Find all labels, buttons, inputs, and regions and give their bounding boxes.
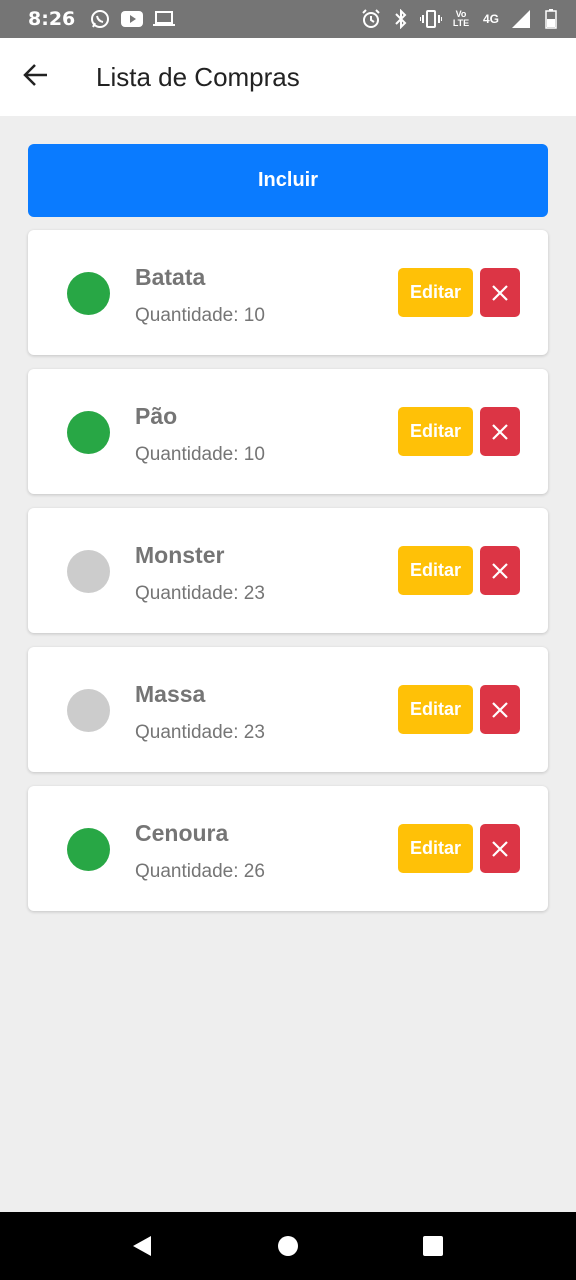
- app-bar: Lista de Compras: [0, 38, 576, 116]
- youtube-icon: [121, 8, 144, 30]
- whatsapp-icon: [89, 8, 111, 30]
- alarm-icon: [360, 8, 382, 30]
- item-quantity: Quantidade: 10: [135, 444, 265, 465]
- status-indicator: [67, 272, 110, 315]
- close-icon: [492, 562, 508, 579]
- shopping-list: Batata Quantidade: 10 Editar Pão Quantidade:…: [28, 230, 548, 925]
- bluetooth-icon: [390, 8, 412, 30]
- edit-button[interactable]: Editar: [398, 824, 473, 873]
- delete-button[interactable]: [480, 407, 520, 456]
- list-item: Cenoura Quantidade: 26 Editar: [28, 786, 548, 911]
- arrow-left-icon: [23, 62, 49, 93]
- include-button[interactable]: Incluir: [28, 144, 548, 217]
- network-4g-icon: 4G: [482, 12, 499, 26]
- item-quantity: Quantidade: 26: [135, 861, 265, 882]
- edit-button[interactable]: Editar: [398, 685, 473, 734]
- status-indicator: [67, 411, 110, 454]
- status-right-icons: Vo LTE 4G: [360, 8, 562, 30]
- volte-icon: Vo LTE: [452, 9, 470, 28]
- signal-icon: [510, 8, 532, 30]
- delete-button[interactable]: [480, 546, 520, 595]
- item-name: Monster: [135, 542, 225, 568]
- list-item: Pão Quantidade: 10 Editar: [28, 369, 548, 494]
- back-button[interactable]: [0, 38, 72, 116]
- delete-button[interactable]: [480, 685, 520, 734]
- status-indicator: [67, 828, 110, 871]
- close-icon: [492, 701, 508, 718]
- status-time: 8:26: [28, 8, 76, 30]
- delete-button[interactable]: [480, 824, 520, 873]
- vibrate-icon: [420, 8, 442, 30]
- item-name: Batata: [135, 264, 206, 290]
- edit-button[interactable]: Editar: [398, 407, 473, 456]
- item-name: Pão: [135, 403, 178, 429]
- list-item: Massa Quantidade: 23 Editar: [28, 647, 548, 772]
- navigation-bar: [0, 1212, 576, 1280]
- close-icon: [492, 840, 508, 857]
- close-icon: [492, 423, 508, 440]
- item-quantity: Quantidade: 23: [135, 722, 265, 743]
- nav-back-button[interactable]: [123, 1226, 163, 1266]
- battery-icon: [540, 8, 562, 30]
- list-item: Batata Quantidade: 10 Editar: [28, 230, 548, 355]
- item-quantity: Quantidade: 10: [135, 305, 265, 326]
- nav-home-button[interactable]: [268, 1226, 308, 1266]
- laptop-icon: [153, 8, 176, 30]
- status-indicator: [67, 689, 110, 732]
- list-item: Monster Quantidade: 23 Editar: [28, 508, 548, 633]
- close-icon: [492, 284, 508, 301]
- item-name: Cenoura: [135, 820, 229, 846]
- status-indicator: [67, 550, 110, 593]
- item-name: Massa: [135, 681, 206, 707]
- item-quantity: Quantidade: 23: [135, 583, 265, 604]
- edit-button[interactable]: Editar: [398, 268, 473, 317]
- edit-button[interactable]: Editar: [398, 546, 473, 595]
- recents-square-icon: [423, 1236, 444, 1256]
- delete-button[interactable]: [480, 268, 520, 317]
- home-circle-icon: [277, 1236, 298, 1256]
- status-bar: 8:26 Vo LTE 4G: [0, 0, 576, 38]
- status-left-icons: [89, 8, 176, 30]
- nav-recents-button[interactable]: [413, 1226, 453, 1266]
- page-title: Lista de Compras: [96, 61, 300, 92]
- back-triangle-icon: [132, 1236, 151, 1256]
